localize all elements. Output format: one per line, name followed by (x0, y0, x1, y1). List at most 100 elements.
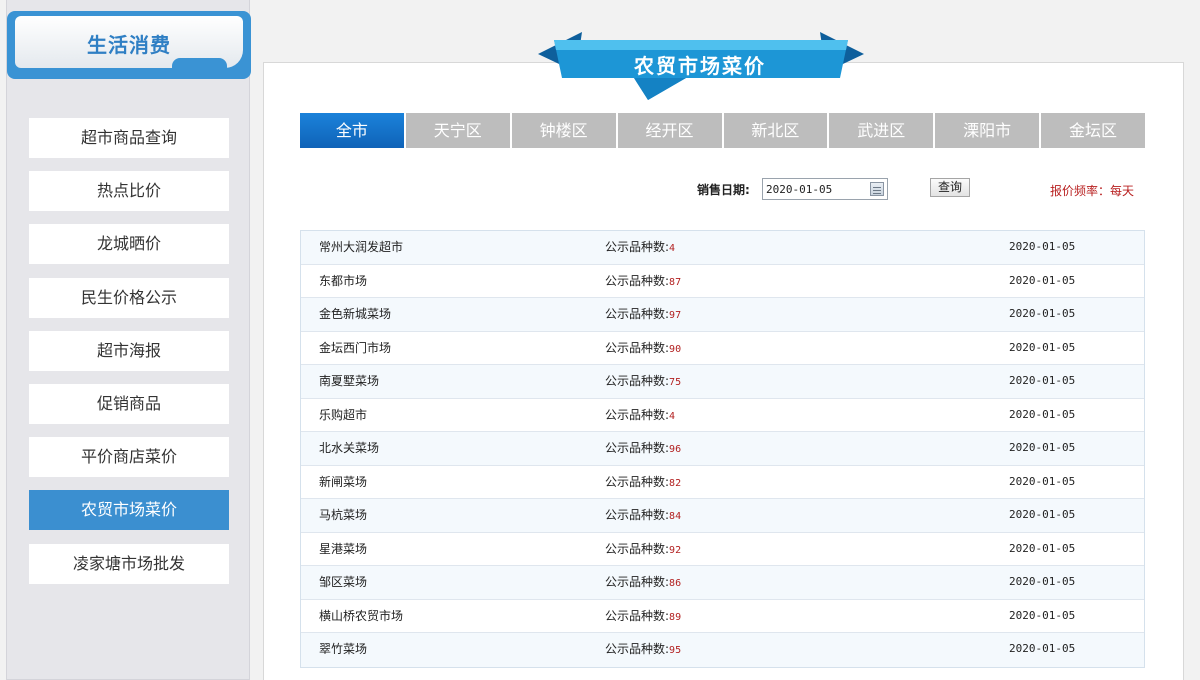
item-count-label: 公示品种数: (605, 240, 670, 254)
item-count-label: 公示品种数: (605, 508, 670, 522)
item-count-value: 97 (669, 310, 682, 321)
item-count: 公示品种数:97 (605, 298, 681, 332)
market-name[interactable]: 翠竹菜场 (319, 633, 367, 665)
market-date: 2020-01-05 (1009, 474, 1076, 488)
item-count-value: 89 (669, 611, 682, 623)
market-name[interactable]: 北水关菜场 (319, 432, 379, 464)
item-count: 公示品种数:84 (605, 499, 681, 533)
sidebar-item-hot-compare[interactable]: 热点比价 (29, 171, 229, 212)
tab-zhonglou[interactable]: 钟楼区 (511, 113, 616, 148)
list-item: 金坛西门市场 公示品种数:90 2020-01-05 (301, 331, 1144, 366)
item-count-label: 公示品种数: (605, 307, 670, 321)
item-count: 公示品种数:75 (605, 365, 681, 399)
item-count: 公示品种数:95 (605, 633, 681, 667)
tab-all-city[interactable]: 全市 (300, 113, 404, 148)
market-date: 2020-01-05 (1009, 307, 1076, 320)
tab-jintan[interactable]: 金坛区 (1041, 113, 1145, 148)
sidebar-item-supermarket-query[interactable]: 超市商品查询 (29, 118, 229, 158)
market-date: 2020-01-05 (1009, 608, 1076, 622)
item-count-value: 4 (669, 410, 676, 422)
market-date: 2020-01-05 (1009, 407, 1076, 421)
market-date: 2020-01-05 (1009, 541, 1076, 555)
sidebar-item-farmers-market-prices[interactable]: 农贸市场菜价 (29, 490, 229, 531)
market-date: 2020-01-05 (1009, 340, 1076, 354)
tab-tianning[interactable]: 天宁区 (405, 113, 510, 148)
market-name[interactable]: 新闸菜场 (319, 466, 367, 498)
sidebar-title: 生活消费 (87, 33, 171, 57)
item-count-value: 4 (669, 243, 676, 254)
item-count-label: 公示品种数: (605, 340, 670, 355)
list-item: 马杭菜场 公示品种数:84 2020-01-05 (301, 499, 1144, 533)
item-count-label: 公示品种数: (605, 374, 670, 388)
item-count-value: 96 (669, 444, 682, 455)
list-item: 东都市场 公示品种数:87 2020-01-05 (301, 264, 1144, 299)
district-tabs: 全市 天宁区 钟楼区 经开区 新北区 武进区 溧阳市 金坛区 (300, 113, 1145, 148)
item-count: 公示品种数:96 (605, 432, 681, 466)
market-date: 2020-01-05 (1009, 642, 1076, 655)
list-item: 星港菜场 公示品种数:92 2020-01-05 (301, 532, 1144, 566)
item-count-value: 86 (669, 578, 682, 589)
item-count-value: 92 (669, 544, 682, 556)
tab-liyang[interactable]: 溧阳市 (935, 113, 1040, 148)
list-item: 常州大润发超市 公示品种数:4 2020-01-05 (301, 231, 1144, 265)
sidebar-item-discount-store-prices[interactable]: 平价商店菜价 (29, 437, 229, 478)
market-date: 2020-01-05 (1009, 374, 1076, 387)
page-title: 农贸市场菜价 (634, 54, 766, 78)
market-date: 2020-01-05 (1009, 508, 1076, 521)
sidebar-item-public-prices[interactable]: 民生价格公示 (29, 277, 229, 318)
item-count-label: 公示品种数: (605, 474, 670, 489)
sidebar-header: 生活消费 (7, 11, 251, 79)
tab-xinbei[interactable]: 新北区 (723, 113, 828, 148)
quote-frequency: 报价频率：每天 (1050, 184, 1135, 198)
sidebar-item-lingjiatang-wholesale[interactable]: 凌家塘市场批发 (29, 543, 229, 584)
sidebar-item-promotions[interactable]: 促销商品 (29, 383, 229, 424)
market-name[interactable]: 乐购超市 (319, 399, 367, 431)
tab-wujin[interactable]: 武进区 (829, 113, 934, 148)
market-name[interactable]: 金色新城菜场 (319, 298, 391, 330)
item-count: 公示品种数:90 (605, 332, 681, 366)
market-name[interactable]: 邹区菜场 (319, 566, 367, 598)
sale-date-label: 销售日期: (697, 183, 750, 197)
item-count-label: 公示品种数: (605, 608, 670, 623)
market-name[interactable]: 马杭菜场 (319, 499, 367, 531)
item-count-value: 75 (669, 377, 682, 388)
item-count-value: 82 (669, 477, 682, 489)
item-count-value: 90 (669, 343, 682, 355)
tab-jingkai[interactable]: 经开区 (617, 113, 722, 148)
market-list: 常州大润发超市 公示品种数:4 2020-01-05 东都市场 公示品种数:87… (300, 230, 1145, 668)
sidebar: 生活消费 超市商品查询 热点比价 龙城晒价 民生价格公示 超市海报 促销商品 平… (6, 0, 251, 680)
market-date: 2020-01-05 (1009, 240, 1076, 253)
item-count: 公示品种数:82 (605, 466, 681, 500)
item-count: 公示品种数:86 (605, 566, 681, 600)
item-count-label: 公示品种数: (605, 575, 670, 589)
calendar-icon[interactable] (870, 182, 884, 196)
sidebar-item-supermarket-posters[interactable]: 超市海报 (29, 330, 229, 371)
list-item: 翠竹菜场 公示品种数:95 2020-01-05 (301, 633, 1144, 667)
item-count: 公示品种数:4 (605, 399, 675, 433)
sidebar-item-longcheng-prices[interactable]: 龙城晒价 (29, 224, 229, 265)
list-item: 北水关菜场 公示品种数:96 2020-01-05 (301, 432, 1144, 466)
item-count-value: 95 (669, 645, 682, 656)
sidebar-menu: 超市商品查询 热点比价 龙城晒价 民生价格公示 超市海报 促销商品 平价商店菜价… (29, 118, 229, 597)
market-name[interactable]: 南夏墅菜场 (319, 365, 379, 397)
item-count: 公示品种数:4 (605, 231, 675, 265)
item-count-label: 公示品种数: (605, 407, 670, 422)
item-count-label: 公示品种数: (605, 273, 670, 288)
market-date: 2020-01-05 (1009, 575, 1076, 588)
query-button[interactable]: 查询 (930, 178, 970, 197)
market-date: 2020-01-05 (1009, 273, 1076, 287)
market-name[interactable]: 金坛西门市场 (319, 332, 391, 364)
market-name[interactable]: 常州大润发超市 (319, 231, 403, 263)
item-count-label: 公示品种数: (605, 441, 670, 455)
list-item: 南夏墅菜场 公示品种数:75 2020-01-05 (301, 365, 1144, 399)
market-name[interactable]: 横山桥农贸市场 (319, 600, 403, 632)
market-name[interactable]: 星港菜场 (319, 533, 367, 565)
list-item: 新闸菜场 公示品种数:82 2020-01-05 (301, 465, 1144, 500)
market-name[interactable]: 东都市场 (319, 265, 367, 297)
item-count-value: 87 (669, 276, 682, 288)
item-count-value: 84 (669, 511, 682, 522)
item-count-label: 公示品种数: (605, 642, 670, 656)
item-count: 公示品种数:89 (605, 600, 681, 634)
market-date: 2020-01-05 (1009, 441, 1076, 454)
item-count: 公示品种数:87 (605, 265, 681, 299)
